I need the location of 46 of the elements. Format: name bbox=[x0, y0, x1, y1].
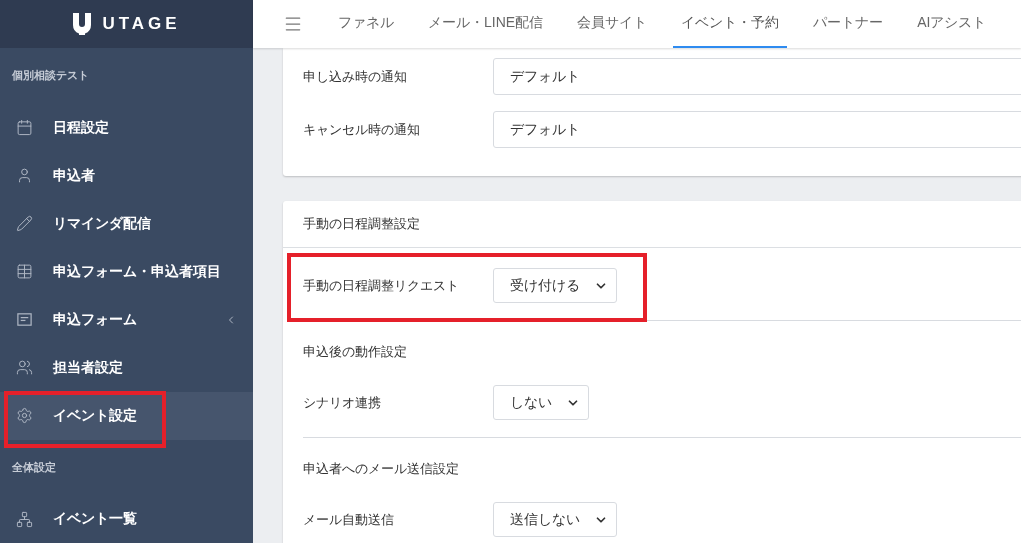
sidebar-item[interactable]: 申込者 bbox=[0, 151, 253, 200]
sidebar-item-label: リマインダ配信 bbox=[53, 214, 152, 233]
sidebar-item[interactable]: リマインダ配信 bbox=[0, 199, 253, 248]
sidebar-item-label: 担当者設定 bbox=[53, 358, 124, 377]
sidebar-item-label: 申込フォーム・申込者項目 bbox=[53, 262, 222, 281]
logo-icon bbox=[72, 13, 93, 35]
sidebar-item[interactable]: 日程設定 bbox=[0, 103, 253, 152]
section-title: 申込者へのメール送信設定 bbox=[303, 460, 460, 478]
sidebar-section-title: 個別相談テスト bbox=[11, 68, 90, 84]
table-icon bbox=[16, 263, 33, 280]
sidebar-item-label: イベント設定 bbox=[53, 406, 138, 425]
form-icon bbox=[16, 311, 33, 328]
sidebar-item[interactable]: イベント一覧 bbox=[0, 495, 253, 543]
select-field[interactable]: しない bbox=[493, 385, 589, 420]
nav-tab[interactable]: パートナー bbox=[805, 0, 892, 48]
settings-icon bbox=[16, 407, 33, 424]
field-label: キャンセル時の通知 bbox=[303, 120, 421, 139]
users-icon bbox=[16, 359, 33, 376]
section-title: 申込後の動作設定 bbox=[303, 343, 408, 361]
sidebar-item-label: 申込者 bbox=[53, 166, 96, 185]
sidebar-item[interactable]: イベント設定 bbox=[0, 391, 253, 440]
sidebar-item[interactable]: 申込フォーム bbox=[0, 295, 253, 344]
select-field[interactable]: 送信しない bbox=[493, 502, 617, 537]
sidebar-section-title: 全体設定 bbox=[11, 459, 57, 475]
text-field[interactable]: デフォルト bbox=[493, 111, 1021, 148]
text-field[interactable]: デフォルト bbox=[493, 58, 1021, 95]
sitemap-icon bbox=[16, 510, 33, 528]
select-field[interactable]: 受け付ける bbox=[493, 268, 617, 303]
logo-text: UTAGE bbox=[102, 14, 181, 34]
calendar-icon bbox=[16, 119, 33, 136]
nav-tab[interactable]: 会員サイト bbox=[569, 0, 656, 48]
card-title: 手動の日程調整設定 bbox=[303, 215, 420, 233]
sidebar-item-label: イベント一覧 bbox=[53, 510, 138, 528]
sidebar-item-label: 申込フォーム bbox=[53, 310, 138, 329]
field-label: 申し込み時の通知 bbox=[303, 67, 408, 86]
field-label: メール自動送信 bbox=[303, 510, 395, 529]
nav-tab[interactable]: メール・LINE配信 bbox=[420, 0, 552, 48]
nav-tab[interactable]: ファネル bbox=[330, 0, 402, 48]
nav-tab[interactable]: AIアシスト bbox=[909, 0, 995, 48]
field-label: シナリオ連携 bbox=[303, 393, 382, 412]
sidebar-item-label: 日程設定 bbox=[53, 118, 110, 137]
field-label: 手動の日程調整リクエスト bbox=[303, 276, 460, 295]
sidebar-item[interactable]: 担当者設定 bbox=[0, 343, 253, 392]
pencil-icon bbox=[16, 215, 33, 232]
user-icon bbox=[16, 167, 33, 184]
sidebar-item[interactable]: 申込フォーム・申込者項目 bbox=[0, 247, 253, 296]
